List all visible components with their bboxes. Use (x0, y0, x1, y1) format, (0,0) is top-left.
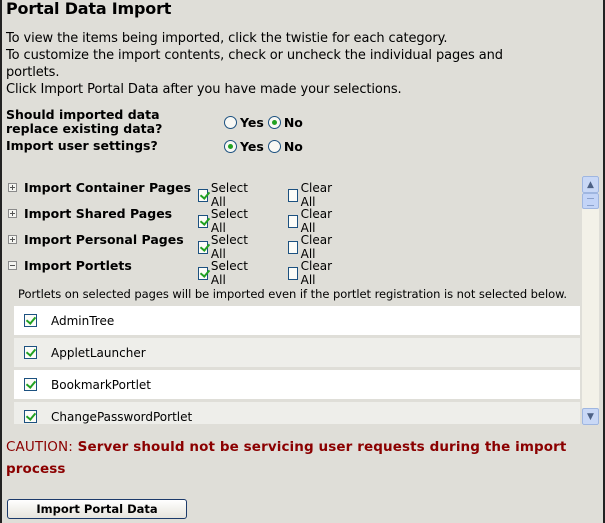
select-all-label[interactable]: Select All (211, 181, 251, 209)
intro-text: To view the items being imported, click … (6, 30, 586, 98)
select-all-checkbox[interactable] (198, 240, 208, 254)
frame-border-left (0, 0, 2, 523)
portlet-name: AppletLauncher (51, 345, 146, 360)
replace-no-radio[interactable] (267, 116, 281, 129)
clear-all-checkbox[interactable] (288, 266, 298, 280)
chevron-down-icon[interactable]: ▼ (582, 408, 599, 425)
portlet-checkbox[interactable] (24, 378, 37, 391)
user-settings-no-label[interactable]: No (284, 139, 303, 154)
user-settings-no-radio[interactable] (267, 140, 281, 153)
portlets-note: Portlets on selected pages will be impor… (18, 287, 567, 301)
list-item[interactable]: BookmarkPortlet (14, 370, 580, 399)
clear-all-checkbox[interactable] (288, 240, 298, 254)
list-item[interactable]: AdminTree (14, 306, 580, 335)
select-all-label[interactable]: Select All (211, 259, 251, 287)
replace-no-label[interactable]: No (284, 115, 303, 130)
category-title[interactable]: Import Personal Pages (24, 232, 184, 248)
category-title[interactable]: Import Shared Pages (24, 206, 172, 222)
select-all-checkbox[interactable] (198, 214, 208, 228)
clear-all-checkbox[interactable] (288, 188, 298, 202)
user-settings-yes-label[interactable]: Yes (240, 139, 264, 154)
intro-line: To view the items being imported, click … (6, 31, 448, 46)
category-title[interactable]: Import Portlets (24, 258, 132, 274)
replace-data-radio-group: Yes No (224, 115, 307, 130)
intro-line: To customize the import contents, check … (6, 48, 503, 63)
clear-all-checkbox[interactable] (288, 214, 298, 228)
replace-yes-label[interactable]: Yes (240, 115, 264, 130)
portlet-checkbox[interactable] (24, 314, 37, 327)
portlet-name: BookmarkPortlet (51, 377, 152, 392)
vertical-scrollbar[interactable]: ▲ ▼ (582, 176, 599, 425)
chevron-up-icon[interactable]: ▲ (582, 176, 599, 193)
portlet-name: AdminTree (51, 313, 115, 328)
select-all-label[interactable]: Select All (211, 207, 251, 235)
replace-data-question: Should imported data replace existing da… (6, 107, 163, 136)
caution-message: CAUTION: Server should not be servicing … (6, 436, 586, 480)
list-item[interactable]: ChangePasswordPortlet (14, 402, 580, 424)
select-all-checkbox-group[interactable]: Select All (198, 181, 251, 209)
select-all-checkbox[interactable] (198, 188, 208, 202)
select-all-checkbox-group[interactable]: Select All (198, 233, 251, 261)
category-title[interactable]: Import Container Pages (24, 180, 191, 196)
plus-box-icon[interactable] (8, 183, 17, 192)
replace-yes-radio[interactable] (224, 116, 237, 129)
select-all-checkbox[interactable] (198, 266, 208, 280)
user-settings-yes-radio[interactable] (224, 140, 237, 153)
clear-all-label[interactable]: Clear All (301, 181, 336, 209)
plus-box-icon[interactable] (8, 235, 17, 244)
clear-all-checkbox-group[interactable]: Clear All (288, 181, 335, 209)
select-all-checkbox-group[interactable]: Select All (198, 259, 251, 287)
plus-box-icon[interactable] (8, 209, 17, 218)
portlet-name: ChangePasswordPortlet (51, 409, 193, 424)
caution-text: Server should not be servicing user requ… (6, 439, 567, 477)
clear-all-label[interactable]: Clear All (301, 233, 336, 261)
user-settings-question: Import user settings? (6, 138, 158, 153)
clear-all-checkbox-group[interactable]: Clear All (288, 259, 335, 287)
clear-all-checkbox-group[interactable]: Clear All (288, 233, 335, 261)
user-settings-radio-group: Yes No (224, 139, 307, 154)
intro-line: portlets. (6, 65, 60, 80)
clear-all-checkbox-group[interactable]: Clear All (288, 207, 335, 235)
portlet-checkbox[interactable] (24, 346, 37, 359)
intro-line: Click Import Portal Data after you have … (6, 82, 402, 97)
clear-all-label[interactable]: Clear All (301, 207, 336, 235)
portlet-list: AdminTree AppletLauncher BookmarkPortlet… (14, 306, 580, 424)
minus-box-icon[interactable] (8, 261, 17, 270)
caution-prefix: CAUTION: (6, 439, 73, 455)
clear-all-label[interactable]: Clear All (301, 259, 336, 287)
list-item[interactable]: AppletLauncher (14, 338, 580, 367)
page-title: Portal Data Import (6, 0, 172, 18)
select-all-label[interactable]: Select All (211, 233, 251, 261)
portlet-checkbox[interactable] (24, 410, 37, 423)
import-portal-data-button[interactable]: Import Portal Data (7, 499, 187, 519)
scrollbar-thumb[interactable] (582, 193, 599, 209)
select-all-checkbox-group[interactable]: Select All (198, 207, 251, 235)
